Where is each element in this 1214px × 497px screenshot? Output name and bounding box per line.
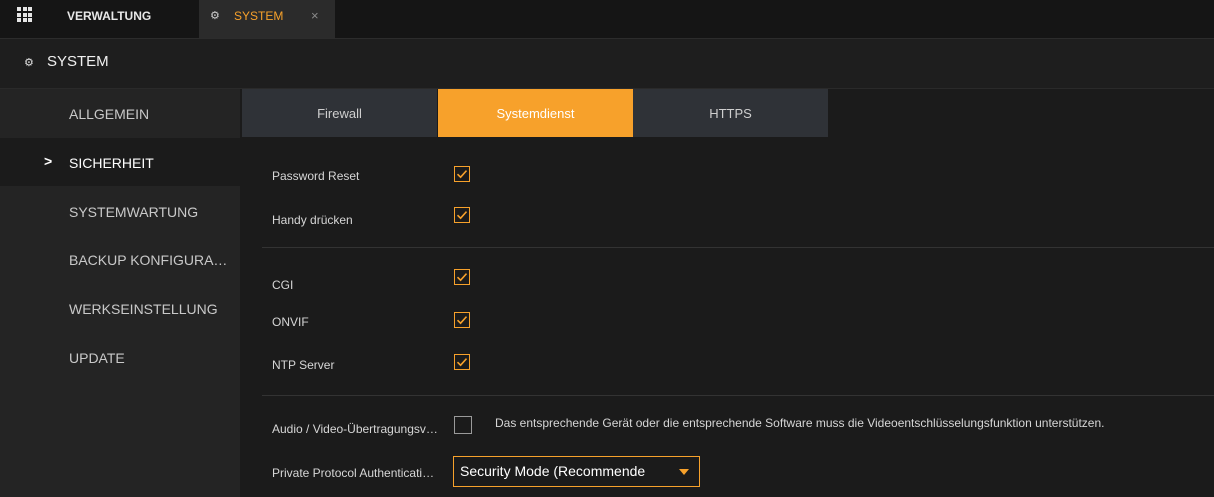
check-icon — [456, 358, 468, 367]
sidebar-item-systemwartung[interactable]: SYSTEMWARTUNG — [0, 187, 240, 235]
gear-icon: ⚙ — [24, 57, 34, 69]
password-reset-label: Password Reset — [272, 169, 360, 183]
close-icon[interactable]: × — [311, 8, 319, 23]
private-protocol-label: Private Protocol Authenticati… — [272, 466, 435, 480]
sidebar-item-sicherheit[interactable]: > SICHERHEIT — [0, 138, 240, 186]
handy-label: Handy drücken — [272, 213, 353, 227]
sidebar-item-allgemein[interactable]: ALLGEMEIN — [0, 89, 240, 137]
tab-verwaltung[interactable]: VERWALTUNG — [67, 9, 151, 23]
chevron-right-icon: > — [44, 153, 53, 169]
password-reset-checkbox[interactable] — [454, 166, 470, 182]
cgi-checkbox[interactable] — [454, 269, 470, 285]
check-icon — [456, 316, 468, 325]
sidebar-item-label: SICHERHEIT — [69, 155, 154, 171]
section-header: ⚙ SYSTEM — [0, 39, 1214, 89]
sidebar-item-werkseinstellung[interactable]: WERKSEINSTELLUNG — [0, 284, 240, 332]
top-tab-bar: VERWALTUNG ⚙ SYSTEM × — [0, 0, 1214, 39]
tab-system-label: SYSTEM — [234, 9, 284, 23]
tab-https[interactable]: HTTPS — [633, 89, 828, 137]
ntp-checkbox[interactable] — [454, 354, 470, 370]
check-icon — [456, 170, 468, 179]
check-icon — [456, 211, 468, 220]
ntp-label: NTP Server — [272, 358, 335, 372]
audio-video-note: Das entsprechende Gerät oder die entspre… — [495, 416, 1105, 430]
main-panel: Firewall Systemdienst HTTPS Password Res… — [240, 89, 1214, 497]
sidebar-item-label: WERKSEINSTELLUNG — [69, 301, 218, 317]
tab-firewall[interactable]: Firewall — [242, 89, 437, 137]
divider — [262, 247, 1214, 248]
apps-grid-icon[interactable] — [17, 7, 32, 22]
sidebar: ALLGEMEIN > SICHERHEIT SYSTEMWARTUNG BAC… — [0, 89, 240, 497]
cgi-label: CGI — [272, 278, 294, 292]
handy-checkbox[interactable] — [454, 207, 470, 223]
audio-video-checkbox[interactable] — [454, 416, 472, 434]
gear-icon: ⚙ — [210, 10, 220, 22]
sidebar-item-update[interactable]: UPDATE — [0, 333, 240, 381]
private-protocol-select[interactable]: Security Mode (Recommende — [453, 456, 700, 487]
dropdown-arrow-icon — [679, 469, 689, 475]
sidebar-item-label: BACKUP KONFIGURA… — [69, 252, 228, 268]
tab-system[interactable]: ⚙ SYSTEM × — [199, 0, 335, 38]
onvif-label: ONVIF — [272, 315, 309, 329]
sidebar-item-label: UPDATE — [69, 350, 125, 366]
check-icon — [456, 273, 468, 282]
sidebar-item-label: SYSTEMWARTUNG — [69, 204, 199, 220]
audio-video-label: Audio / Video-Übertragungsv… — [272, 422, 438, 436]
sidebar-item-backup[interactable]: BACKUP KONFIGURA… — [0, 235, 240, 283]
onvif-checkbox[interactable] — [454, 312, 470, 328]
sidebar-item-label: ALLGEMEIN — [69, 106, 150, 122]
divider — [262, 395, 1214, 396]
select-value: Security Mode (Recommende — [460, 463, 646, 479]
tab-systemdienst[interactable]: Systemdienst — [438, 89, 633, 137]
page-title: SYSTEM — [47, 53, 109, 70]
